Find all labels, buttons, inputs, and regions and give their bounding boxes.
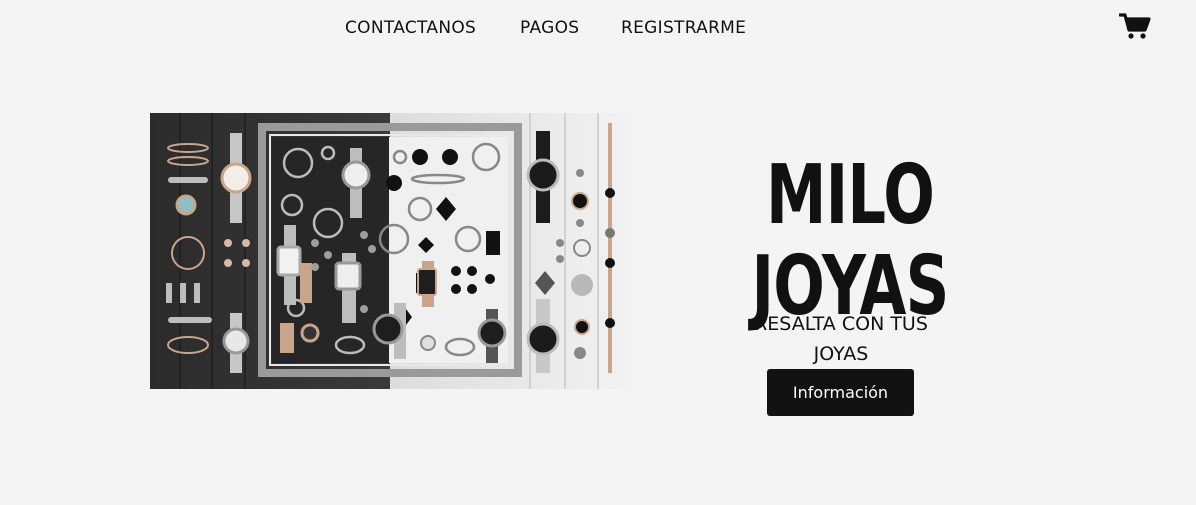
top-nav: CONTACTANOS PAGOS REGISTRARME	[0, 18, 1196, 40]
nav-link-registrarme[interactable]: REGISTRARME	[621, 18, 746, 38]
nav-link-contactanos[interactable]: CONTACTANOS	[345, 18, 476, 38]
brand-title-line1: MILO	[765, 147, 935, 243]
cart-icon[interactable]	[1118, 12, 1151, 40]
hero-tagline: RESALTA CON TUS JOYAS	[754, 313, 928, 365]
info-button[interactable]: Información	[767, 369, 914, 416]
page: CONTACTANOS PAGOS REGISTRARME MILO JOYAS…	[0, 0, 1196, 505]
jewelry-collection-image	[150, 113, 631, 389]
nav-link-pagos[interactable]: PAGOS	[520, 18, 579, 38]
brand-title: MILO JOYAS	[739, 150, 961, 332]
